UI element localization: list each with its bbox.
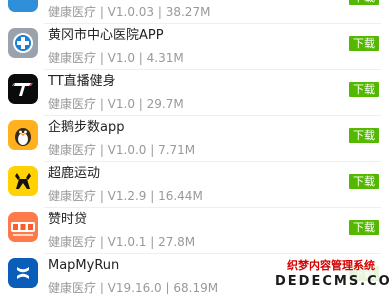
list-item[interactable]: 黄冈市中心医院APP 健康医疗 | V1.0 | 4.31M 下载 bbox=[0, 24, 389, 70]
app-meta: 健康医疗 | V1.0.1 | 27.8M bbox=[48, 235, 196, 249]
app-name[interactable]: 黄冈市中心医院APP bbox=[48, 28, 164, 44]
medical-cross-icon[interactable] bbox=[8, 28, 38, 58]
app-meta: 健康医疗 | V1.0 | 29.7M bbox=[48, 97, 184, 111]
app-name[interactable]: MapMyRun bbox=[48, 258, 119, 274]
deer-icon[interactable] bbox=[8, 166, 38, 196]
app-list: 健康医疗 | V1.0.03 | 38.27M 下载 黄冈市中心医院APP 健康… bbox=[0, 0, 389, 294]
site-watermark: 织梦内容管理系统 DEDECMS.COM bbox=[275, 258, 389, 292]
app-name[interactable]: 企鹅步数app bbox=[48, 120, 124, 136]
download-button[interactable]: 下载 bbox=[349, 220, 379, 235]
list-item[interactable]: TT直播健身 健康医疗 | V1.0 | 29.7M 下载 bbox=[0, 70, 389, 116]
app-name[interactable]: 超鹿运动 bbox=[48, 166, 100, 182]
app-list-viewport: 健康医疗 | V1.0.03 | 38.27M 下载 黄冈市中心医院APP 健康… bbox=[0, 0, 389, 294]
app-name[interactable]: TT直播健身 bbox=[48, 74, 116, 90]
download-button[interactable]: 下载 bbox=[349, 36, 379, 51]
zanshidai-logo-icon[interactable] bbox=[8, 212, 38, 242]
download-button[interactable]: 下载 bbox=[349, 174, 379, 189]
under-armour-icon[interactable] bbox=[8, 258, 38, 288]
list-item[interactable]: 赞时贷 健康医疗 | V1.0.1 | 27.8M 下载 bbox=[0, 208, 389, 254]
app-meta: 健康医疗 | V1.0.03 | 38.27M bbox=[48, 5, 211, 19]
app-meta: 健康医疗 | V1.0 | 4.31M bbox=[48, 51, 184, 65]
tt-logo-icon[interactable] bbox=[8, 74, 38, 104]
list-item[interactable]: 超鹿运动 健康医疗 | V1.2.9 | 16.44M 下载 bbox=[0, 162, 389, 208]
partial-app-icon[interactable] bbox=[8, 0, 38, 12]
list-item[interactable]: 健康医疗 | V1.0.03 | 38.27M 下载 bbox=[0, 0, 389, 24]
penguin-icon[interactable] bbox=[8, 120, 38, 150]
app-meta: 健康医疗 | V19.16.0 | 68.19M bbox=[48, 281, 219, 294]
watermark-domain: DEDECMS.COM bbox=[275, 274, 389, 289]
app-name[interactable]: 赞时贷 bbox=[48, 212, 87, 228]
list-item[interactable]: 企鹅步数app 健康医疗 | V1.0.0 | 7.71M 下载 bbox=[0, 116, 389, 162]
download-button[interactable]: 下载 bbox=[349, 0, 379, 5]
download-button[interactable]: 下载 bbox=[349, 82, 379, 97]
app-meta: 健康医疗 | V1.2.9 | 16.44M bbox=[48, 189, 203, 203]
app-meta: 健康医疗 | V1.0.0 | 7.71M bbox=[48, 143, 196, 157]
watermark-title: 织梦内容管理系统 bbox=[287, 259, 375, 272]
download-button[interactable]: 下载 bbox=[349, 128, 379, 143]
